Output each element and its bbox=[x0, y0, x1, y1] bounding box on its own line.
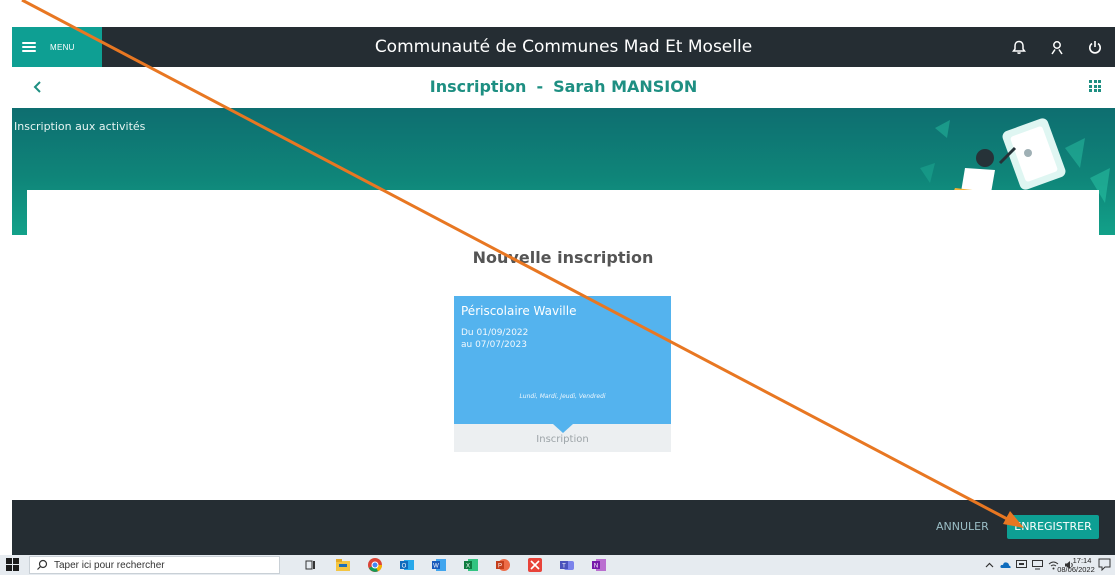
windows-start-icon[interactable] bbox=[6, 558, 20, 572]
page-title-separator: - bbox=[536, 77, 544, 96]
banner-label: Inscription aux activités bbox=[14, 120, 146, 133]
search-placeholder: Taper ici pour rechercher bbox=[54, 559, 165, 571]
hamburger-icon bbox=[22, 42, 36, 52]
network-status-icon[interactable] bbox=[1016, 560, 1027, 571]
clock-time: 17:14 bbox=[1072, 556, 1092, 565]
activity-end-date: au 07/07/2023 bbox=[461, 340, 527, 350]
student-name: Sarah MANSION bbox=[553, 77, 698, 96]
activity-card[interactable]: Périscolaire Waville Du 01/09/2022 au 07… bbox=[454, 296, 671, 452]
menu-label: MENU bbox=[50, 42, 75, 52]
activity-card-header: Périscolaire Waville Du 01/09/2022 au 07… bbox=[454, 296, 671, 424]
powerpoint-icon[interactable]: P bbox=[495, 557, 511, 573]
taskbar-apps: O W X P T N bbox=[303, 557, 607, 573]
inscription-button[interactable]: Inscription bbox=[454, 434, 671, 445]
activity-start-date: Du 01/09/2022 bbox=[461, 328, 529, 338]
activity-name: Périscolaire Waville bbox=[461, 304, 577, 318]
svg-text:W: W bbox=[433, 564, 439, 570]
bell-icon[interactable] bbox=[1011, 39, 1027, 55]
sub-header: Inscription - Sarah MANSION bbox=[12, 67, 1115, 107]
notification-center-icon[interactable] bbox=[1098, 558, 1111, 572]
xmind-icon[interactable] bbox=[527, 557, 543, 573]
svg-text:O: O bbox=[402, 564, 407, 570]
save-button[interactable]: ENREGISTRER bbox=[1007, 515, 1099, 539]
taskbar-clock[interactable]: 17:14 08/06/2022 bbox=[1057, 556, 1097, 574]
apps-grid-icon[interactable] bbox=[1089, 80, 1101, 92]
page-title-prefix: Inscription bbox=[429, 77, 527, 96]
power-icon[interactable] bbox=[1087, 39, 1103, 55]
taskbar-search-box[interactable]: Taper ici pour rechercher bbox=[29, 556, 280, 574]
cancel-button[interactable]: ANNULER bbox=[936, 516, 989, 538]
teams-icon[interactable]: T bbox=[559, 557, 575, 573]
word-icon[interactable]: W bbox=[431, 557, 447, 573]
chrome-icon[interactable] bbox=[367, 557, 383, 573]
task-view-icon[interactable] bbox=[303, 557, 319, 573]
app-header: Communauté de Communes Mad Et Moselle ME… bbox=[12, 27, 1115, 67]
user-icon[interactable] bbox=[1049, 39, 1065, 55]
search-icon bbox=[37, 559, 48, 570]
main-card: Nouvelle inscription Périscolaire Wavill… bbox=[27, 190, 1099, 470]
file-explorer-icon[interactable] bbox=[335, 557, 351, 573]
screen: Communauté de Communes Mad Et Moselle ME… bbox=[0, 0, 1115, 575]
excel-icon[interactable]: X bbox=[463, 557, 479, 573]
svg-text:X: X bbox=[466, 564, 470, 570]
footer-bar: ANNULER ENREGISTRER bbox=[12, 500, 1115, 555]
top-gap bbox=[0, 0, 1115, 27]
section-title: Nouvelle inscription bbox=[472, 248, 654, 267]
windows-taskbar: Taper ici pour rechercher O W X P T N 17… bbox=[0, 555, 1115, 575]
outlook-icon[interactable]: O bbox=[399, 557, 415, 573]
chevron-up-icon[interactable] bbox=[984, 560, 995, 571]
page-title: Inscription - Sarah MANSION bbox=[12, 67, 1115, 107]
svg-text:T: T bbox=[562, 564, 566, 570]
app-title: Communauté de Communes Mad Et Moselle bbox=[374, 37, 753, 57]
header-icons bbox=[1011, 27, 1103, 67]
menu-button[interactable]: MENU bbox=[12, 27, 102, 67]
activity-notch bbox=[553, 424, 573, 433]
svg-text:N: N bbox=[594, 564, 598, 570]
activity-days: Lundi, Mardi, Jeudi, Vendredi bbox=[519, 393, 606, 400]
onenote-icon[interactable]: N bbox=[591, 557, 607, 573]
display-icon[interactable] bbox=[1032, 560, 1043, 571]
svg-text:P: P bbox=[498, 564, 502, 570]
onedrive-icon[interactable] bbox=[1000, 560, 1011, 571]
clock-date: 08/06/2022 bbox=[1057, 565, 1095, 574]
